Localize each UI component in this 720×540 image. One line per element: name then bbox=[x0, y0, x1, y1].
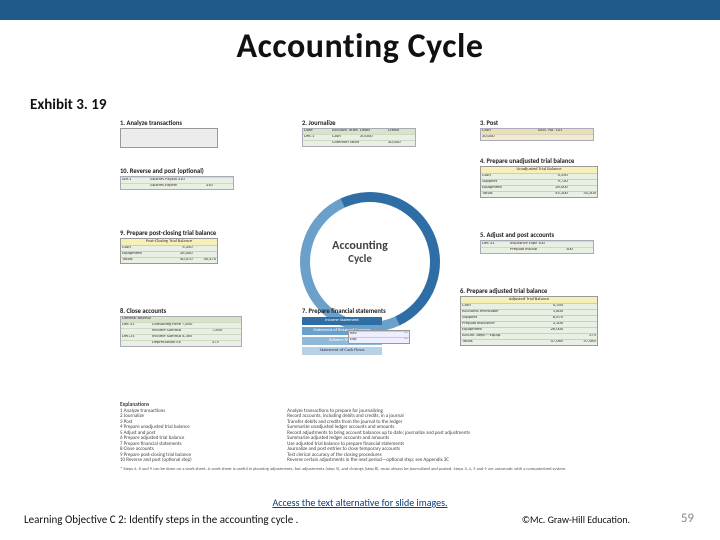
step-7-fin-stmts: 7. Prepare financial statements Income S… bbox=[302, 308, 386, 355]
adjusting-entry: Dec.31Insurance Expense100 Prepaid Insur… bbox=[480, 240, 594, 254]
step-6-title: 6. Prepare adjusted trial balance bbox=[460, 288, 600, 295]
col-date: Date bbox=[303, 129, 331, 134]
explanations-block: Explanations 1 Analyze transactions 2 Jo… bbox=[120, 402, 600, 472]
top-bar bbox=[0, 0, 720, 20]
slide-title: Accounting Cycle bbox=[0, 26, 720, 67]
copyright-text: ©Mc. Graw-Hill Education. bbox=[522, 513, 630, 526]
step-10-title: 10. Reverse and post (optional) bbox=[120, 168, 250, 175]
step-10-reverse: 10. Reverse and post (optional) Jan.1Sal… bbox=[120, 168, 250, 190]
explain-footnote: * Steps 4, 6 and 9 can be done on a work… bbox=[120, 468, 600, 473]
col-acct: Account Titles bbox=[331, 129, 359, 134]
step-1-title: 1. Analyze transactions bbox=[120, 120, 240, 127]
source-doc-icon bbox=[120, 128, 218, 148]
t-account: CashAcct. No. 101 30,000 bbox=[480, 128, 594, 141]
reverse-entry: Jan.1Salaries Payable210 Salaries Expens… bbox=[120, 176, 234, 190]
unadj-tb-table: Unadjusted Trial Balance Cash4,350 Suppl… bbox=[480, 166, 598, 198]
step-3-title: 3. Post bbox=[480, 120, 600, 127]
text-alternative-link-row: Access the text alternative for slide im… bbox=[0, 496, 720, 509]
text-alternative-link[interactable]: Access the text alternative for slide im… bbox=[272, 496, 447, 509]
step-8-close: 8. Close accounts General Journal Dec.31… bbox=[120, 308, 250, 347]
col-dr: Debit bbox=[359, 129, 387, 134]
page-number: 59 bbox=[681, 511, 694, 526]
income-stmt-bar: Income Statement bbox=[302, 317, 382, 325]
step-3-post: 3. Post CashAcct. No. 101 30,000 bbox=[480, 120, 600, 141]
step-6-adj-tb: 6. Prepare adjusted trial balance Adjust… bbox=[460, 288, 600, 346]
closing-entries: General Journal Dec.31Consulting Revenue… bbox=[120, 316, 242, 347]
step-5-title: 5. Adjust and post accounts bbox=[480, 232, 600, 239]
journal-table: Date Account Titles Debit Credit Dec.1Ca… bbox=[302, 128, 416, 147]
adj-tb-table: Adjusted Trial Balance Cash4,350 Account… bbox=[460, 296, 598, 346]
stmt-preview: Rev— Exp— bbox=[348, 330, 410, 344]
step-2-title: 2. Journalize bbox=[302, 120, 422, 127]
step-9-title: 9. Prepare post-closing trial balance bbox=[120, 230, 250, 237]
step-4-title: 4. Prepare unadjusted trial balance bbox=[480, 158, 600, 165]
learning-objective: Learning Objective C 2: Identify steps i… bbox=[24, 513, 298, 526]
cycle-center-label: Accounting Cycle bbox=[290, 240, 430, 265]
step-8-title: 8. Close accounts bbox=[120, 308, 250, 315]
cycle-diagram: Accounting Cycle bbox=[290, 182, 430, 322]
explain-left-col: 1 Analyze transactions 2 Journalize 3 Po… bbox=[120, 409, 280, 464]
step-9-post-tb: 9. Prepare post-closing trial balance Po… bbox=[120, 230, 250, 264]
step-5-adjust: 5. Adjust and post accounts Dec.31Insura… bbox=[480, 232, 600, 254]
explain-right-col: Analyze transactions to prepare for jour… bbox=[287, 409, 587, 464]
exhibit-label: Exhibit 3. 19 bbox=[30, 96, 106, 114]
step-4-unadj-tb: 4. Prepare unadjusted trial balance Unad… bbox=[480, 158, 600, 198]
cash-flows-bar: Statement of Cash Flows bbox=[302, 347, 382, 355]
col-cr: Credit bbox=[387, 129, 415, 134]
accounting-cycle-figure: 1. Analyze transactions 2. Journalize Da… bbox=[120, 120, 600, 470]
step-2-journalize: 2. Journalize Date Account Titles Debit … bbox=[302, 120, 422, 147]
step-7-title: 7. Prepare financial statements bbox=[302, 308, 386, 315]
post-tb-table: Post-Closing Trial Balance Cash4,350 Equ… bbox=[120, 238, 218, 264]
step-1-analyze: 1. Analyze transactions bbox=[120, 120, 240, 148]
